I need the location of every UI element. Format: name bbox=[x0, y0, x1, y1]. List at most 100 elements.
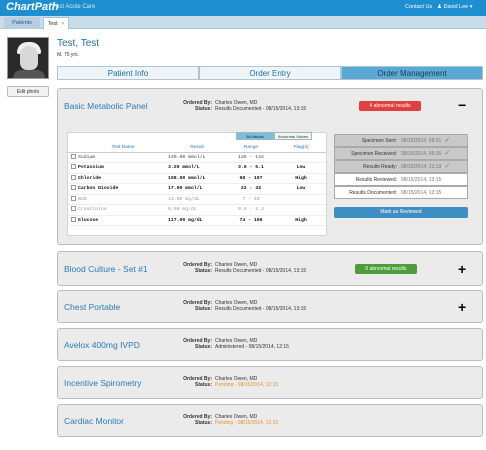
order-title[interactable]: Cardiac Monitor bbox=[64, 416, 124, 426]
order-meta: Ordered By: Charles Owen, MD Status: Admin… bbox=[183, 338, 289, 350]
order-title[interactable]: Blood Culture - Set #1 bbox=[64, 264, 148, 274]
table-row[interactable]: Carbon Dioxide 17.00 mmol/L 22 - 32 Low bbox=[68, 183, 326, 195]
test-result: 3.20 mmol/L bbox=[168, 162, 226, 174]
all-values-toggle[interactable]: All Values bbox=[236, 132, 274, 140]
test-flag bbox=[276, 194, 326, 205]
status-specimen-received: Specimen Received: 08/15/2014, 09:36 ✓ bbox=[334, 147, 468, 160]
order-title[interactable]: Basic Metabolic Panel bbox=[64, 101, 148, 111]
tab-patients[interactable]: Patients bbox=[4, 17, 40, 29]
test-name: Creatinine bbox=[78, 204, 168, 216]
tab-patient-info[interactable]: Patient Info bbox=[57, 66, 199, 80]
order-panel-cardiac-monitor[interactable]: Cardiac Monitor Ordered By: Charles Owen,… bbox=[57, 404, 483, 437]
order-panel-avelox[interactable]: Avelox 400mg IVPD Ordered By: Charles Owe… bbox=[57, 328, 483, 361]
test-flag: High bbox=[276, 173, 326, 184]
test-range: 98 - 107 bbox=[226, 173, 276, 184]
chevron-down-icon: ▾ bbox=[468, 4, 473, 10]
expand-icon[interactable]: + bbox=[458, 262, 466, 276]
row-checkbox[interactable] bbox=[70, 174, 76, 180]
table-row[interactable]: Glucose 117.00 mg/dL 74 - 106 High bbox=[68, 215, 326, 226]
table-row[interactable]: Chloride 108.00 mmol/L 98 - 107 High bbox=[68, 173, 326, 184]
app-subtitle: Post Acute Care bbox=[52, 4, 96, 10]
abnormal-results-badge: 4 abnormal results bbox=[359, 101, 421, 111]
table-row[interactable]: Potassium 3.20 mmol/L 3.6 - 5.1 Low bbox=[68, 162, 326, 174]
test-range: 136 - 144 bbox=[226, 152, 276, 163]
patient-photo bbox=[7, 37, 49, 79]
edit-photo-button[interactable]: Edit photo bbox=[7, 86, 49, 97]
collapse-icon[interactable]: − bbox=[458, 98, 466, 112]
order-panel-blood-culture[interactable]: Blood Culture - Set #1 Ordered By: Charle… bbox=[57, 251, 483, 286]
test-range: 22 - 32 bbox=[226, 183, 276, 195]
status-results-documented: Results Documented: 08/15/2014, 13:15 bbox=[334, 186, 468, 199]
order-panel-basic-metabolic: Basic Metabolic Panel Ordered By: Charles… bbox=[57, 88, 483, 245]
abnormal-results-badge: 0 abnormal results bbox=[355, 264, 417, 274]
row-checkbox[interactable] bbox=[70, 216, 76, 222]
tab-order-management[interactable]: Order Management bbox=[341, 66, 483, 80]
test-name: Potassium bbox=[78, 162, 168, 174]
test-range: 3.6 - 5.1 bbox=[226, 162, 276, 174]
test-flag: Low bbox=[276, 162, 326, 174]
expand-icon[interactable]: + bbox=[458, 300, 466, 314]
test-name: Carbon Dioxide bbox=[78, 183, 168, 195]
test-range: 7 - 19 bbox=[226, 194, 276, 205]
row-checkbox[interactable] bbox=[70, 206, 76, 212]
row-checkbox[interactable] bbox=[70, 195, 76, 201]
test-range: 74 - 106 bbox=[226, 215, 276, 226]
check-icon: ✓ bbox=[444, 163, 451, 170]
table-row[interactable]: Sodium 140.00 mmol/L 136 - 144 bbox=[68, 152, 326, 163]
column-select bbox=[68, 143, 78, 153]
row-checkbox[interactable] bbox=[70, 153, 76, 159]
order-title[interactable]: Chest Portable bbox=[64, 302, 120, 312]
test-range: 0.9 - 1.3 bbox=[226, 204, 276, 216]
column-flags: Flag(s) bbox=[276, 143, 326, 153]
order-meta: Ordered By: Charles Owen, MD Status: Resul… bbox=[183, 300, 307, 312]
column-test-name: Test Name bbox=[78, 143, 168, 153]
row-checkbox[interactable] bbox=[70, 185, 76, 191]
patient-name: Test, Test bbox=[57, 38, 100, 49]
user-menu[interactable]: ♟ David Lee ▾ bbox=[437, 4, 473, 10]
order-title[interactable]: Avelox 400mg IVPD bbox=[64, 340, 140, 350]
status-value: Results Documented - 08/15/2014, 13:15 bbox=[215, 106, 307, 112]
test-flag bbox=[276, 152, 326, 163]
close-icon[interactable]: × bbox=[61, 21, 64, 27]
test-result: 0.90 mg/dL bbox=[168, 204, 226, 216]
test-result: 117.00 mg/dL bbox=[168, 215, 226, 226]
column-range: Range bbox=[226, 143, 276, 153]
mark-as-reviewed-button[interactable]: Mark as Reviewed bbox=[334, 207, 468, 218]
test-name: Chloride bbox=[78, 173, 168, 184]
app-logo[interactable]: ChartPath bbox=[6, 1, 59, 13]
tab-bar: Patients Test × bbox=[0, 16, 486, 29]
row-checkbox[interactable] bbox=[70, 164, 76, 170]
test-name: Sodium bbox=[78, 152, 168, 163]
order-meta: Ordered By: Charles Owen, MD Status: Resul… bbox=[168, 100, 306, 112]
test-result: 13.00 mg/dL bbox=[168, 194, 226, 205]
test-result: 140.00 mmol/L bbox=[168, 152, 226, 163]
test-result: 108.00 mmol/L bbox=[168, 173, 226, 184]
patient-info: M, 75 yrs. bbox=[57, 52, 79, 58]
table-row[interactable]: BUN 13.00 mg/dL 7 - 19 bbox=[68, 194, 326, 205]
order-meta: Ordered By: Charles Owen, MD Status: Pendi… bbox=[183, 376, 279, 388]
tab-test-label: Test bbox=[47, 21, 58, 27]
order-panel-incentive-spirometry[interactable]: Incentive Spirometry Ordered By: Charles … bbox=[57, 366, 483, 399]
status-results-ready: Results Ready: 08/15/2014, 13:13 ✓ bbox=[334, 160, 468, 173]
abnormal-values-toggle[interactable]: Abnormal Values bbox=[274, 132, 312, 140]
order-meta: Ordered By: Charles Owen, MD Status: Resul… bbox=[183, 262, 307, 274]
test-flag: High bbox=[276, 215, 326, 226]
table-row[interactable]: Creatinine 0.90 mg/dL 0.9 - 1.3 bbox=[68, 204, 326, 216]
tab-order-entry[interactable]: Order Entry bbox=[199, 66, 341, 80]
order-panel-chest-portable[interactable]: Chest Portable Ordered By: Charles Owen, … bbox=[57, 290, 483, 323]
test-name: BUN bbox=[78, 194, 168, 205]
status-label: Status: bbox=[195, 106, 212, 112]
order-meta: Ordered By: Charles Owen, MD Status: Pendi… bbox=[183, 414, 279, 426]
test-result: 17.00 mmol/L bbox=[168, 183, 226, 195]
status-specimen-sent: Specimen Sent: 08/15/2014, 09:21 ✓ bbox=[334, 134, 468, 147]
results-table: Test Name Result Range Flag(s) Sodium 14… bbox=[68, 143, 326, 226]
status-results-reviewed: Results Reviewed: 08/15/2014, 13:15 bbox=[334, 173, 468, 186]
top-bar: ChartPath Post Acute Care Contact Us ♟ D… bbox=[0, 0, 486, 16]
column-result: Result bbox=[168, 143, 226, 153]
test-flag bbox=[276, 204, 326, 216]
check-icon: ✓ bbox=[444, 137, 451, 144]
test-flag: Low bbox=[276, 183, 326, 195]
tab-test[interactable]: Test × bbox=[43, 17, 69, 29]
order-title[interactable]: Incentive Spirometry bbox=[64, 378, 141, 388]
contact-us-link[interactable]: Contact Us bbox=[405, 4, 432, 10]
